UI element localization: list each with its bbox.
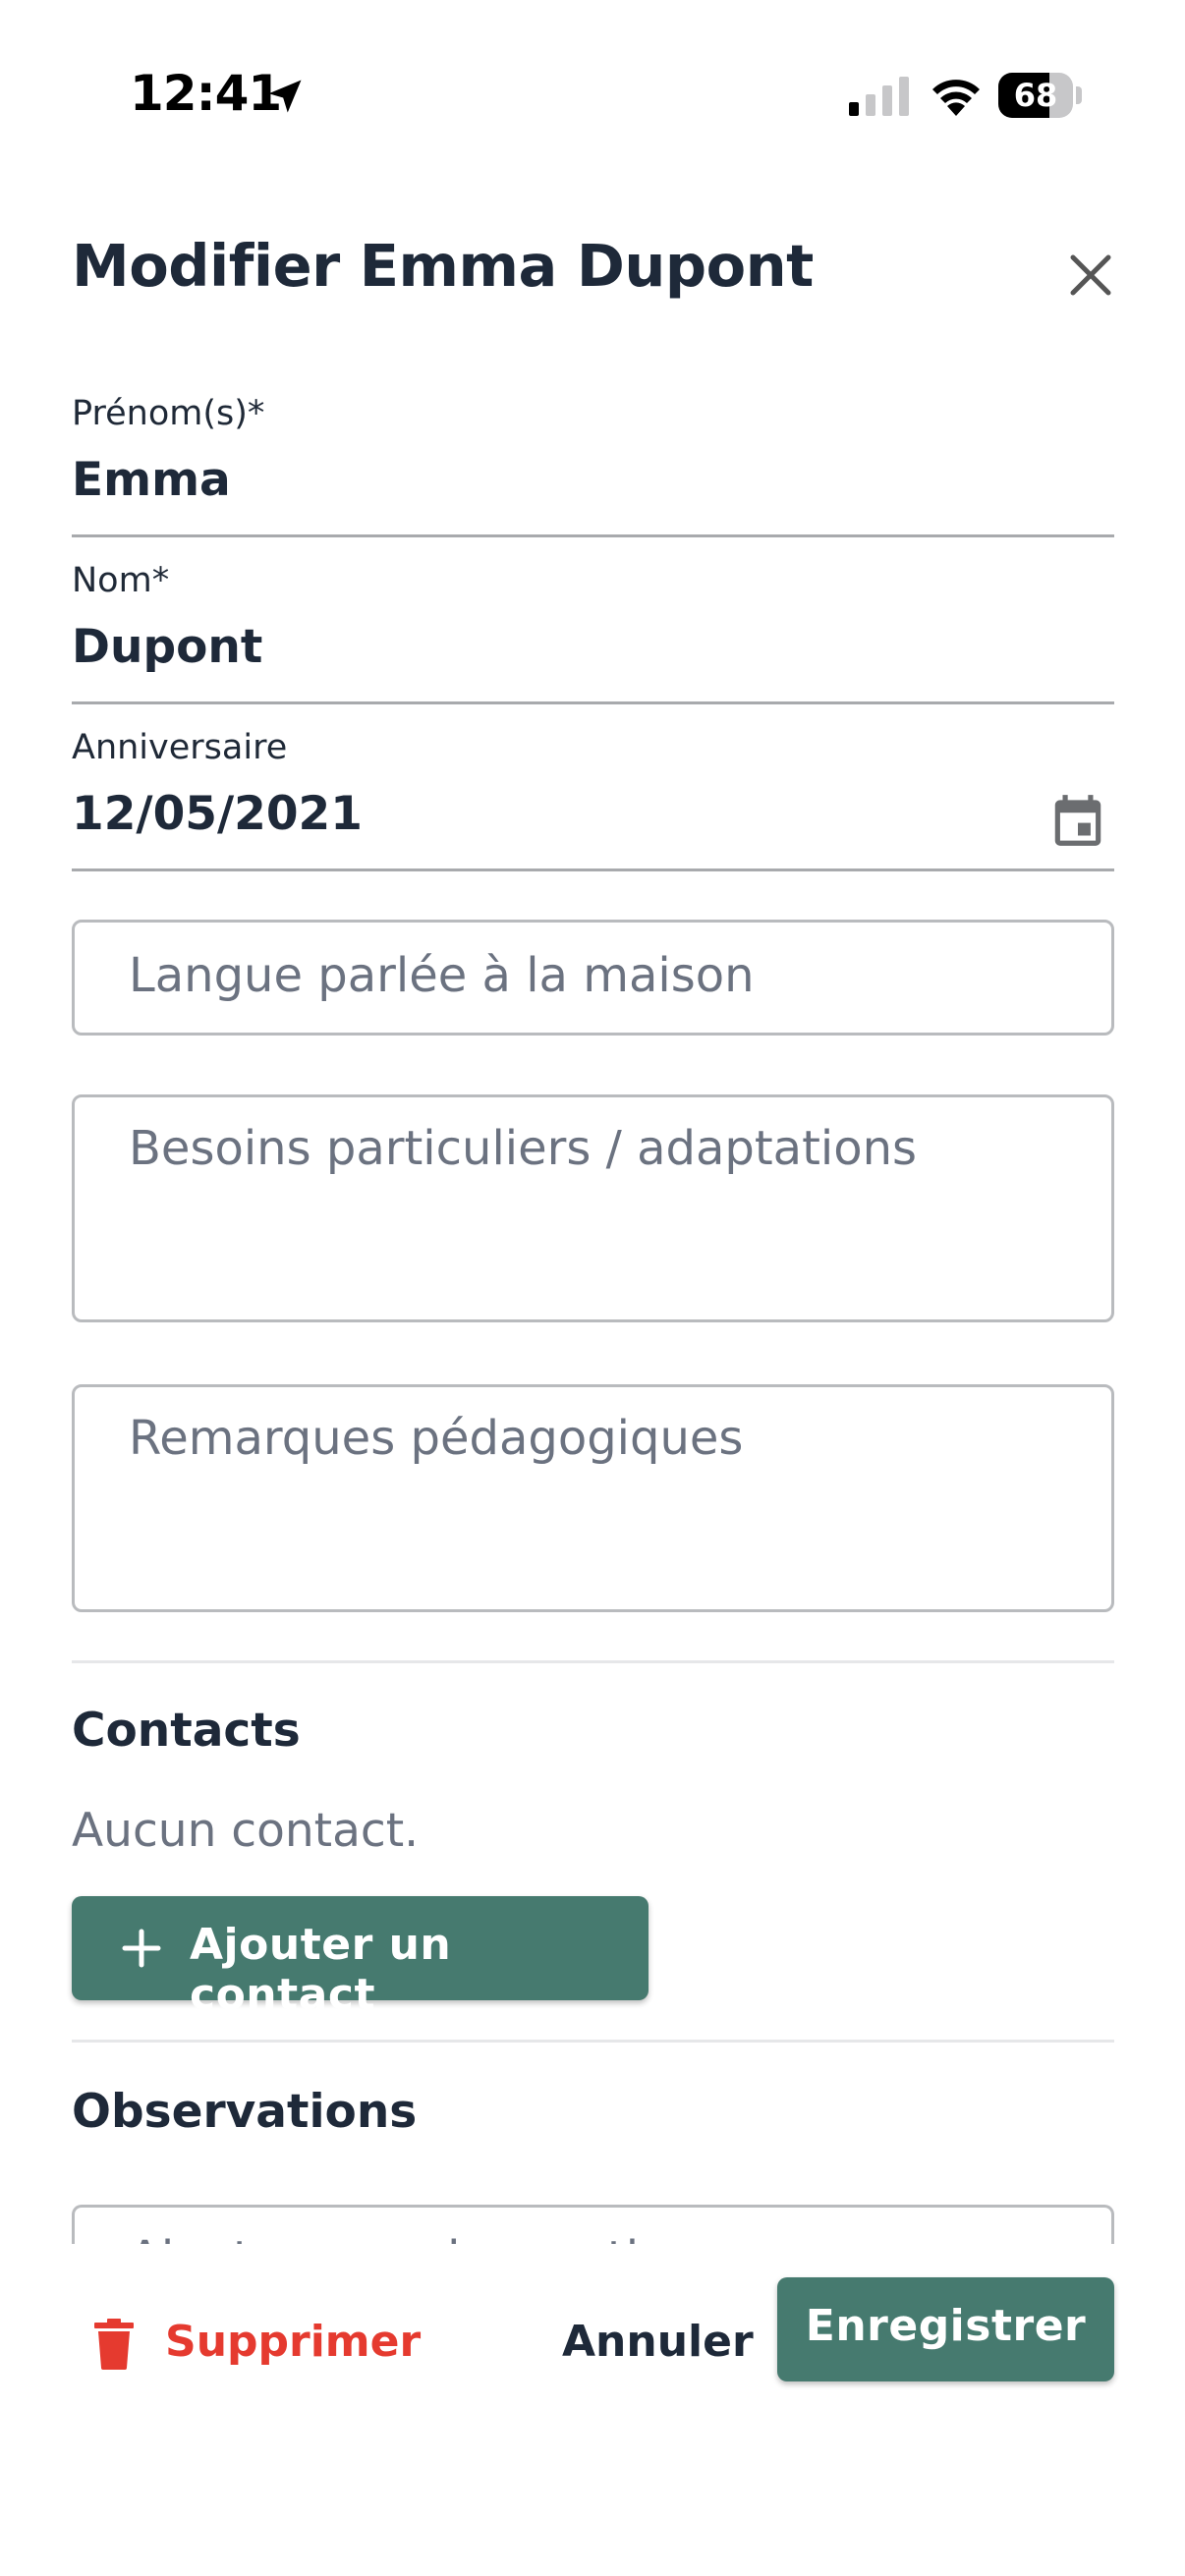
delete-button[interactable]: Supprimer — [79, 2299, 421, 2387]
save-button[interactable]: Enregistrer — [777, 2277, 1114, 2381]
calendar-icon[interactable] — [1047, 789, 1108, 852]
footer-action-bar: Supprimer Annuler Enregistrer — [0, 2250, 1185, 2576]
first-name-value[interactable]: Emma — [72, 453, 231, 507]
signal-icon — [849, 77, 909, 116]
status-time: 12:41 — [130, 65, 282, 122]
birthday-field[interactable]: Anniversaire 12/05/2021 — [72, 722, 1114, 871]
last-name-value[interactable]: Dupont — [72, 620, 262, 674]
delete-label: Supprimer — [165, 2317, 422, 2367]
plus-icon — [122, 1929, 161, 1968]
divider — [72, 1660, 1114, 1663]
cancel-label: Annuler — [562, 2317, 754, 2367]
save-label: Enregistrer — [805, 2301, 1087, 2351]
observations-title: Observations — [72, 2085, 418, 2139]
add-contact-label: Ajouter un contact — [190, 1920, 452, 2020]
language-placeholder: Langue parlée à la maison — [129, 948, 755, 1003]
observation-input[interactable]: Ajouter une observation — [72, 2205, 1114, 2244]
cancel-button[interactable]: Annuler — [531, 2299, 757, 2387]
contacts-empty-text: Aucun contact. — [72, 1804, 420, 1858]
divider — [72, 2040, 1114, 2043]
pedagogical-notes-placeholder: Remarques pédagogiques — [129, 1411, 744, 1466]
last-name-field[interactable]: Nom* Dupont — [72, 555, 1114, 704]
location-arrow-icon — [268, 80, 302, 113]
last-name-label: Nom* — [72, 561, 170, 600]
status-bar: 12:41 68 — [0, 0, 1185, 196]
battery-level: 68 — [1013, 77, 1058, 114]
observation-placeholder: Ajouter une observation — [129, 2231, 698, 2244]
first-name-label: Prénom(s)* — [72, 394, 265, 433]
birthday-label: Anniversaire — [72, 728, 288, 767]
trash-icon — [94, 2319, 134, 2370]
special-needs-placeholder: Besoins particuliers / adaptations — [129, 1121, 918, 1176]
contacts-title: Contacts — [72, 1704, 301, 1758]
wifi-icon — [932, 80, 980, 116]
battery-icon: 68 — [998, 73, 1082, 118]
add-contact-button[interactable]: Ajouter un contact — [72, 1896, 649, 2020]
close-icon[interactable] — [1061, 246, 1120, 305]
dialog-title: Modifier Emma Dupont — [72, 232, 814, 300]
first-name-field[interactable]: Prénom(s)* Emma — [72, 388, 1114, 537]
language-input[interactable]: Langue parlée à la maison — [72, 920, 1114, 1036]
special-needs-input[interactable]: Besoins particuliers / adaptations — [72, 1094, 1114, 1322]
birthday-value[interactable]: 12/05/2021 — [72, 787, 363, 841]
pedagogical-notes-input[interactable]: Remarques pédagogiques — [72, 1384, 1114, 1612]
